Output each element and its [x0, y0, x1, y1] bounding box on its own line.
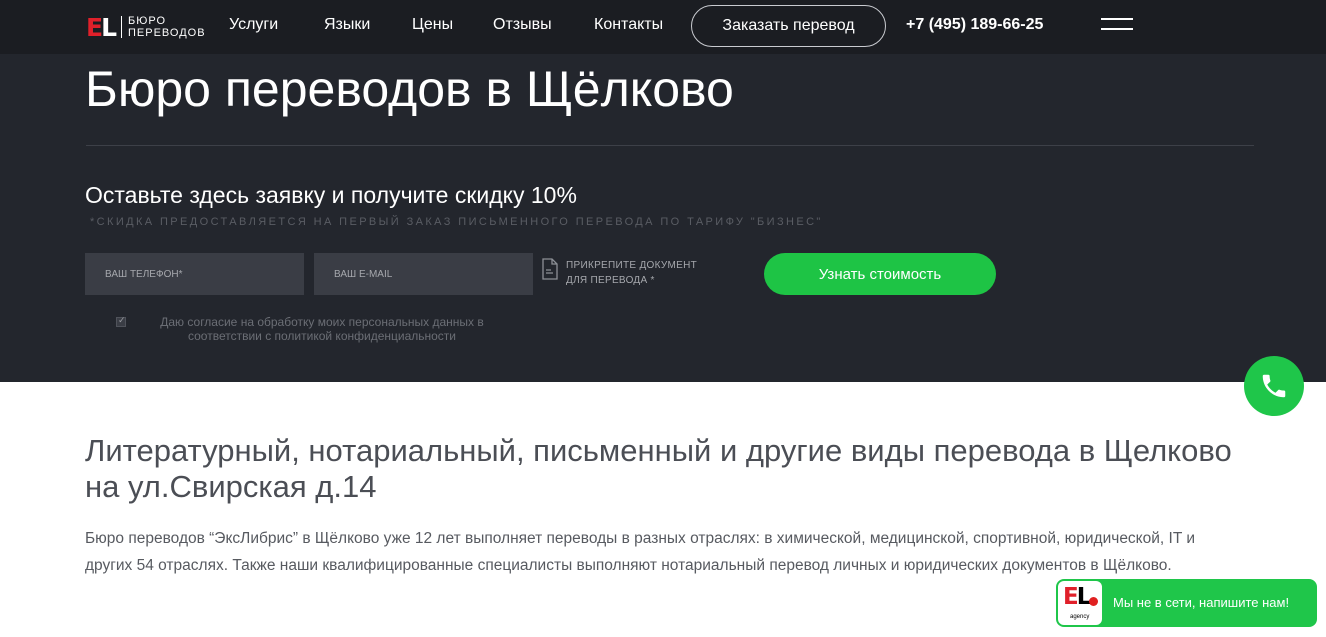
- nav-item-services[interactable]: Услуги: [229, 16, 278, 34]
- get-price-button[interactable]: Узнать стоимость: [764, 253, 996, 295]
- nav-item-languages[interactable]: Языки: [324, 16, 370, 34]
- phone-field[interactable]: [85, 253, 304, 295]
- nav-item-prices[interactable]: Цены: [412, 16, 453, 34]
- attach-file-icon: [542, 258, 558, 280]
- consent-checkbox[interactable]: [116, 315, 126, 327]
- logo-separator: [121, 16, 123, 38]
- discount-note: *СКИДКА ПРЕДОСТАВЛЯЕТСЯ НА ПЕРВЫЙ ЗАКАЗ …: [90, 216, 823, 228]
- nav-item-contacts[interactable]: Контакты: [594, 16, 663, 34]
- order-translation-button[interactable]: Заказать перевод: [691, 5, 886, 47]
- logo-text: БЮРО ПЕРЕВОДОВ: [128, 15, 206, 39]
- consent-label: Даю согласие на обработку моих персональ…: [160, 315, 484, 343]
- form-title: Оставьте здесь заявку и получите скидку …: [85, 182, 577, 208]
- nav-item-reviews[interactable]: Отзывы: [493, 16, 552, 34]
- email-field[interactable]: [314, 253, 533, 295]
- page-title: Бюро переводов в Щёлково: [85, 61, 734, 117]
- section-text: Бюро переводов “ЭксЛибрис” в Щёлково уже…: [85, 530, 1195, 574]
- divider: [86, 145, 1254, 146]
- call-button[interactable]: [1244, 356, 1304, 416]
- logo-mark: EL: [86, 12, 117, 42]
- section-heading: Литературный, нотариальный, письменный и…: [85, 433, 1232, 504]
- burger-menu-icon[interactable]: [1101, 18, 1133, 32]
- header-phone-link[interactable]: +7 (495) 189-66-25: [906, 16, 1043, 34]
- site-logo[interactable]: EL БЮРО ПЕРЕВОДОВ: [86, 14, 206, 40]
- offline-status-icon: [1089, 597, 1098, 606]
- phone-icon: [1262, 374, 1286, 398]
- attach-label: ПРИКРЕПИТЕ ДОКУМЕНТ ДЛЯ ПЕРЕВОДА *: [566, 260, 698, 286]
- chat-status-text: Мы не в сети, напишите нам!: [1113, 595, 1290, 610]
- attach-document-button[interactable]: ПРИКРЕПИТЕ ДОКУМЕНТ ДЛЯ ПЕРЕВОДА *: [541, 258, 697, 288]
